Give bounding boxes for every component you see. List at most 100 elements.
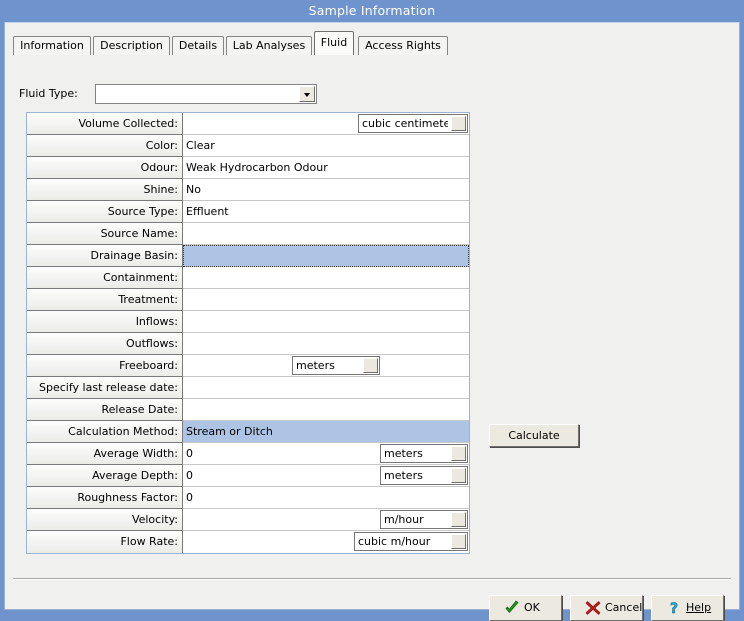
- unit-combobox[interactable]: meters: [380, 466, 468, 485]
- row-value[interactable]: 0meters: [183, 465, 469, 487]
- grid-row[interactable]: Outflows:: [27, 333, 469, 355]
- grid-row[interactable]: Volume Collected: cubic centimeters: [27, 113, 469, 135]
- unit-value: meters: [384, 467, 448, 484]
- grid-row[interactable]: Containment:: [27, 267, 469, 289]
- help-label-rest: elp: [694, 601, 711, 614]
- row-value[interactable]: No: [183, 179, 469, 201]
- row-value[interactable]: [183, 245, 469, 267]
- question-icon: ?: [666, 600, 682, 616]
- tab-lab-analyses[interactable]: Lab Analyses: [226, 36, 312, 55]
- fluid-properties-grid: Volume Collected: cubic centimeters Color:…: [26, 112, 470, 554]
- ok-button[interactable]: OK: [489, 595, 562, 621]
- row-value[interactable]: [183, 399, 469, 421]
- unit-combobox[interactable]: meters: [292, 356, 380, 375]
- dialog-window: Sample Information InformationDescriptio…: [0, 0, 744, 617]
- help-button[interactable]: ? Help: [651, 595, 724, 621]
- dialog-client-area: InformationDescriptionDetailsLab Analyse…: [4, 22, 740, 610]
- row-value[interactable]: Clear: [183, 135, 469, 157]
- grid-row[interactable]: Flow Rate: cubic m/hour: [27, 531, 469, 553]
- row-value[interactable]: [183, 223, 469, 245]
- row-label: Source Name:: [27, 223, 183, 245]
- chevron-down-icon[interactable]: [451, 468, 466, 483]
- row-value[interactable]: [183, 289, 469, 311]
- row-value[interactable]: [183, 311, 469, 333]
- grid-row[interactable]: Treatment:: [27, 289, 469, 311]
- unit-combobox[interactable]: cubic centimeters: [358, 114, 468, 133]
- row-value[interactable]: Weak Hydrocarbon Odour: [183, 157, 469, 179]
- unit-combobox[interactable]: cubic m/hour: [354, 532, 468, 551]
- row-label: Specify last release date:: [27, 377, 183, 399]
- tab-details[interactable]: Details: [172, 36, 224, 55]
- row-label: Volume Collected:: [27, 113, 183, 135]
- row-label: Shine:: [27, 179, 183, 201]
- check-icon: [504, 600, 520, 616]
- row-value[interactable]: [183, 333, 469, 355]
- row-label: Flow Rate:: [27, 531, 183, 553]
- help-button-label: Help: [686, 596, 717, 620]
- row-label: Outflows:: [27, 333, 183, 355]
- chevron-down-icon[interactable]: [451, 116, 466, 131]
- row-label: Source Type:: [27, 201, 183, 223]
- unit-combobox[interactable]: meters: [380, 444, 468, 463]
- window-title: Sample Information: [309, 3, 436, 18]
- chevron-down-icon[interactable]: [363, 358, 378, 373]
- fluid-type-label: Fluid Type:: [19, 87, 78, 100]
- row-label: Average Width:: [27, 443, 183, 465]
- row-value[interactable]: 0: [183, 487, 469, 509]
- chevron-down-icon[interactable]: [299, 86, 315, 102]
- tab-access-rights[interactable]: Access Rights: [358, 36, 448, 55]
- row-value[interactable]: m/hour: [183, 509, 469, 531]
- tab-strip: InformationDescriptionDetailsLab Analyse…: [13, 31, 731, 55]
- grid-row[interactable]: Odour:Weak Hydrocarbon Odour: [27, 157, 469, 179]
- row-label: Odour:: [27, 157, 183, 179]
- chevron-down-icon[interactable]: [451, 512, 466, 527]
- row-label: Velocity:: [27, 509, 183, 531]
- grid-row[interactable]: Freeboard: meters: [27, 355, 469, 377]
- unit-value: cubic centimeters: [362, 115, 448, 132]
- grid-row[interactable]: Average Width:0meters: [27, 443, 469, 465]
- grid-row[interactable]: Source Name:: [27, 223, 469, 245]
- cancel-button[interactable]: Cancel: [570, 595, 643, 621]
- grid-row[interactable]: Color:Clear: [27, 135, 469, 157]
- row-label: Freeboard:: [27, 355, 183, 377]
- grid-row[interactable]: Source Type:Effluent: [27, 201, 469, 223]
- ok-button-label: OK: [524, 596, 555, 620]
- unit-value: meters: [384, 445, 448, 462]
- row-label: Inflows:: [27, 311, 183, 333]
- unit-value: meters: [296, 357, 360, 374]
- row-value[interactable]: Effluent: [183, 201, 469, 223]
- grid-row[interactable]: Release Date:: [27, 399, 469, 421]
- grid-row[interactable]: Inflows:: [27, 311, 469, 333]
- row-label: Color:: [27, 135, 183, 157]
- row-label: Release Date:: [27, 399, 183, 421]
- row-label: Drainage Basin:: [27, 245, 183, 267]
- calculate-button[interactable]: Calculate: [489, 424, 579, 447]
- grid-row[interactable]: Shine:No: [27, 179, 469, 201]
- grid-row[interactable]: Specify last release date:: [27, 377, 469, 399]
- row-value[interactable]: cubic m/hour: [183, 531, 469, 553]
- tab-information[interactable]: Information: [13, 36, 91, 55]
- grid-row[interactable]: Average Depth:0meters: [27, 465, 469, 487]
- chevron-down-icon[interactable]: [451, 534, 466, 549]
- x-icon: [585, 600, 601, 616]
- grid-row[interactable]: Calculation Method:Stream or Ditch: [27, 421, 469, 443]
- row-value[interactable]: cubic centimeters: [183, 113, 469, 135]
- row-label: Calculation Method:: [27, 421, 183, 443]
- row-value[interactable]: [183, 267, 469, 289]
- svg-text:?: ?: [670, 601, 678, 616]
- row-value[interactable]: Stream or Ditch: [183, 421, 469, 443]
- grid-row[interactable]: Velocity: m/hour: [27, 509, 469, 531]
- cancel-button-label: Cancel: [605, 596, 636, 620]
- unit-combobox[interactable]: m/hour: [380, 510, 468, 529]
- fluid-type-combobox[interactable]: [95, 84, 317, 104]
- grid-row[interactable]: Drainage Basin:: [27, 245, 469, 267]
- row-value[interactable]: 0meters: [183, 443, 469, 465]
- button-bar-separator: [13, 578, 731, 580]
- row-value[interactable]: meters: [183, 355, 469, 377]
- chevron-down-icon[interactable]: [451, 446, 466, 461]
- grid-row[interactable]: Roughness Factor:0: [27, 487, 469, 509]
- tab-description[interactable]: Description: [93, 36, 170, 55]
- unit-value: m/hour: [384, 511, 448, 528]
- tab-fluid[interactable]: Fluid: [314, 31, 354, 55]
- row-value[interactable]: [183, 377, 469, 399]
